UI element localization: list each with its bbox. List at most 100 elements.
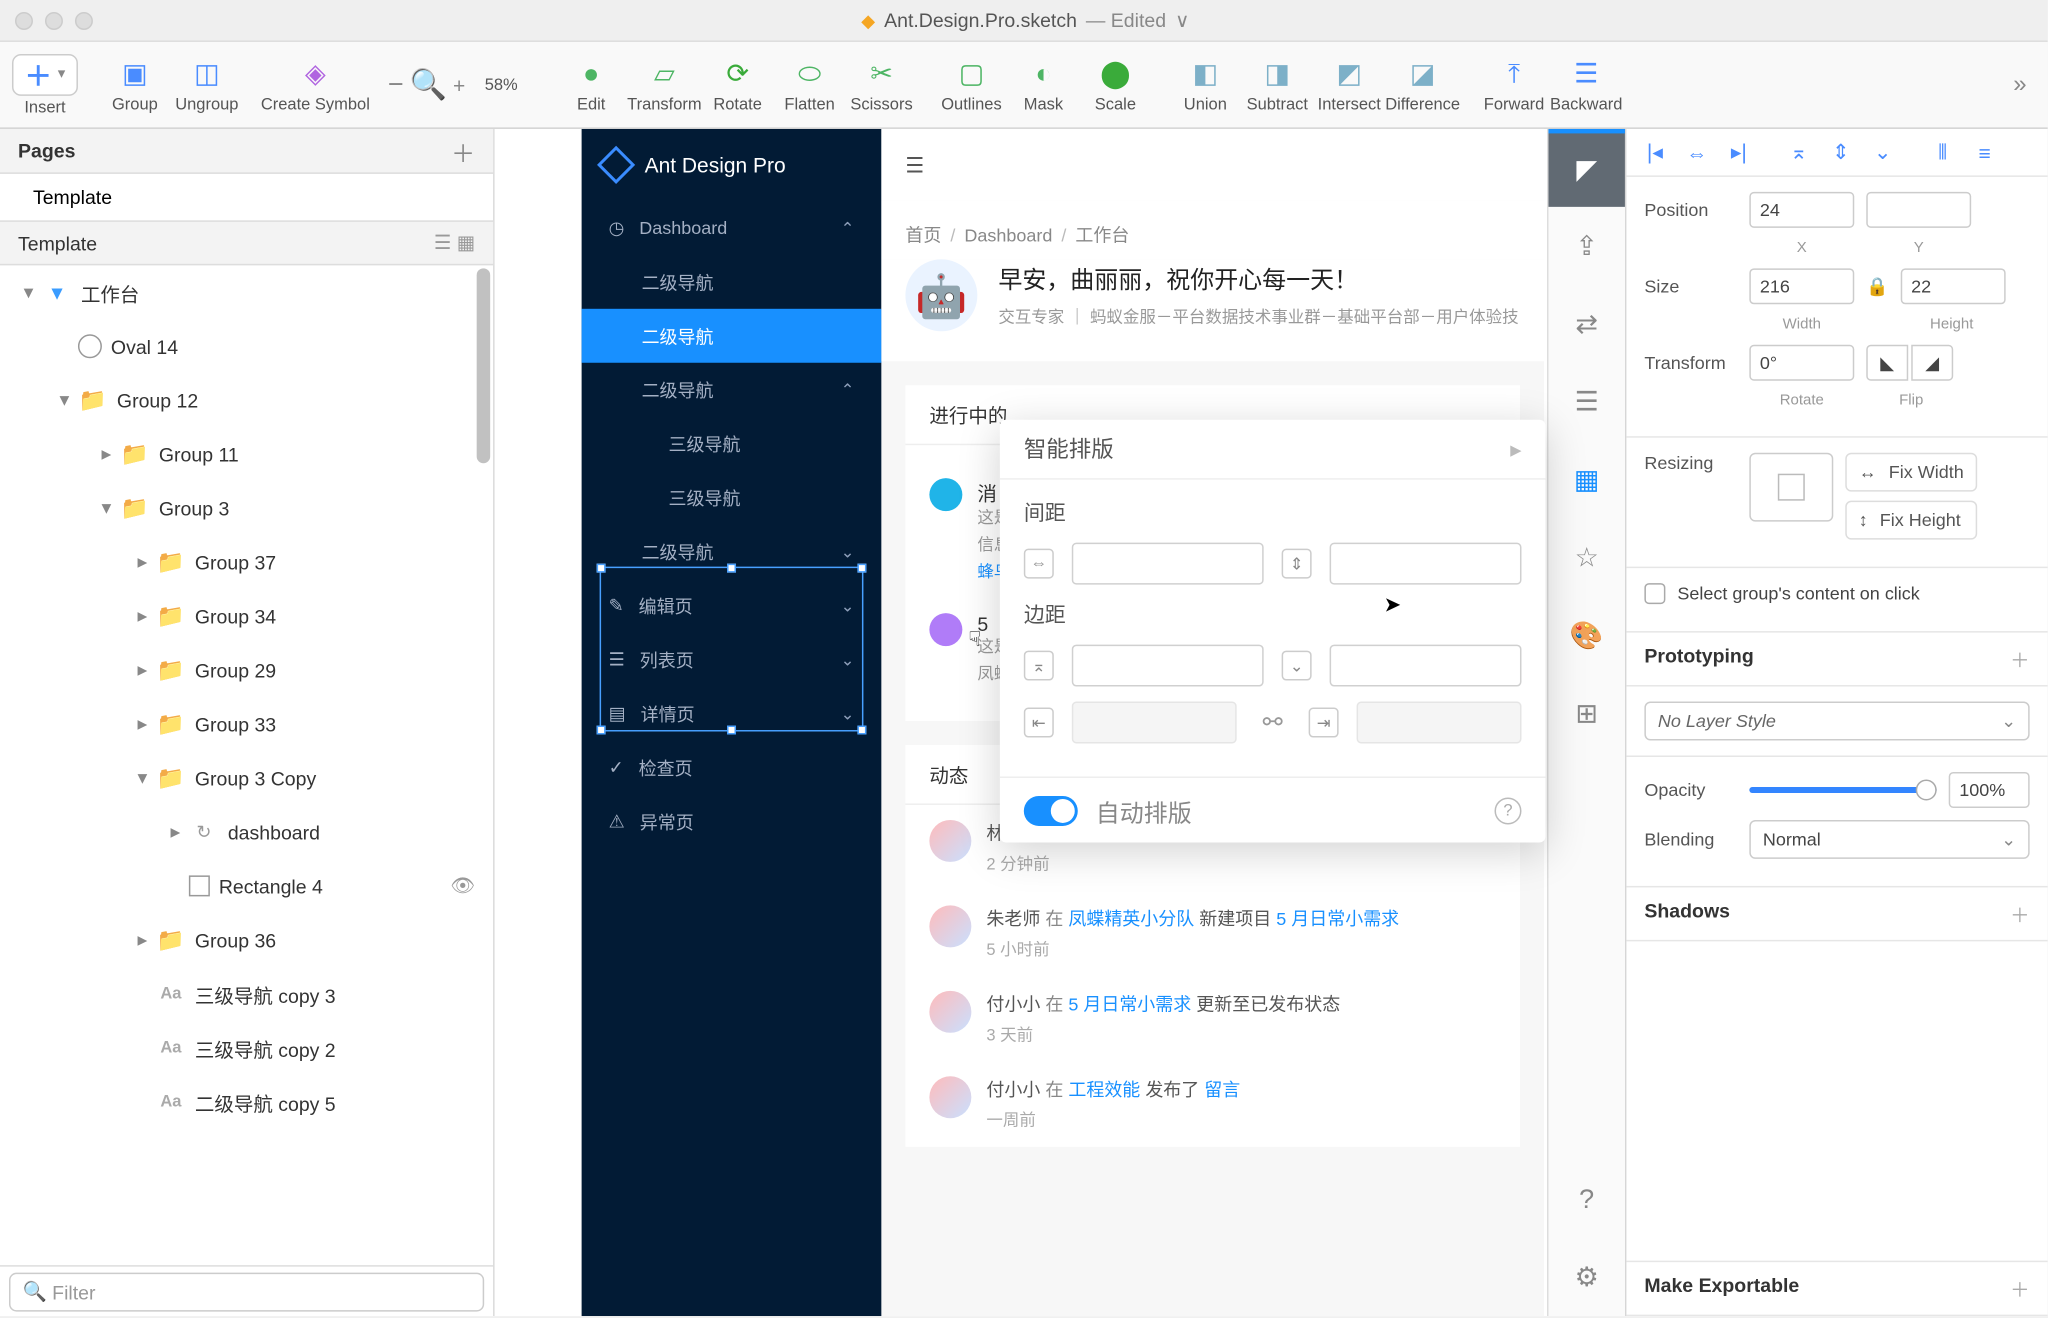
visibility-icon[interactable]: 👁 [450,874,475,898]
plugin-settings-icon[interactable]: ⚙ [1548,1238,1624,1316]
mask-button[interactable]: ◐Mask [1007,56,1079,113]
chevron-icon[interactable]: ▸ [129,658,156,682]
layer-row[interactable]: ▸📁Group 33 [0,697,493,751]
nav-error-page[interactable]: ⚠异常页 [582,794,882,848]
margin-right-input[interactable] [1357,702,1522,744]
add-shadow-button[interactable]: ＋ [2010,899,2030,927]
link-margins-icon[interactable]: ⚯ [1255,708,1291,738]
traffic-close-icon[interactable] [15,11,33,29]
nav-l3-item[interactable]: 三级导航 [582,417,882,471]
rotate-input[interactable]: 0° [1749,345,1854,381]
add-page-button[interactable]: ＋ [451,133,475,169]
spacing-h-input[interactable] [1072,543,1264,585]
align-right-icon[interactable]: ▸| [1719,134,1758,170]
nav-dashboard[interactable]: ◷Dashboard⌃ [582,201,882,255]
chevron-right-icon[interactable]: ▸ [1510,435,1521,462]
transform-button[interactable]: ▱Transform [627,56,702,113]
layer-row[interactable]: Aa二级导航 copy 5 [0,1075,493,1129]
select-group-checkbox[interactable] [1644,583,1665,604]
plugin-tab-layout-icon[interactable]: ▦ [1548,441,1624,519]
help-icon[interactable]: ? [1495,797,1522,824]
chevron-icon[interactable]: ▸ [93,442,120,466]
align-center-h-icon[interactable]: ⇔ [1677,134,1716,170]
fix-height-button[interactable]: ↕Fix Height [1845,501,1977,540]
traffic-max-icon[interactable] [75,11,93,29]
plugin-help-icon[interactable]: ? [1548,1160,1624,1238]
zoom-control[interactable]: − 🔍 + [388,66,465,103]
opacity-slider[interactable] [1749,787,1936,793]
toolbar-overflow-icon[interactable]: » [2013,71,2038,98]
layer-row[interactable]: ▸📁Group 34 [0,589,493,643]
forward-button[interactable]: ⤒Forward [1478,56,1550,113]
margin-top-input[interactable] [1072,645,1264,687]
traffic-min-icon[interactable] [45,11,63,29]
ungroup-button[interactable]: ◫Ungroup [171,56,243,113]
title-chevron-icon[interactable]: ∨ [1175,8,1189,32]
hamburger-icon[interactable]: ☰ [905,152,924,177]
align-top-icon[interactable]: ⌅ [1779,134,1818,170]
layer-style-select[interactable]: No Layer Style⌄ [1644,702,2029,741]
chevron-icon[interactable]: ▸ [129,604,156,628]
canvas[interactable]: Ant Design Pro ◷Dashboard⌃ 二级导航 二级导航 二级导… [495,129,1547,1316]
layer-row[interactable]: ▸📁Group 11 [0,427,493,481]
align-left-icon[interactable]: |◂ [1635,134,1674,170]
position-x-input[interactable]: 24 [1749,192,1854,228]
nav-check-page[interactable]: ✓检查页 [582,741,882,795]
plugin-tab-grid-icon[interactable]: ⊞ [1548,675,1624,753]
flatten-button[interactable]: ⬭Flatten [774,56,846,113]
align-bottom-icon[interactable]: ⌄ [1863,134,1902,170]
plugin-tab-select-icon[interactable]: ◤ [1548,129,1624,207]
position-y-input[interactable] [1866,192,1971,228]
nav-l3-item[interactable]: 三级导航 [582,471,882,525]
nav-l2-item[interactable]: 二级导航 [582,255,882,309]
flip-h-icon[interactable]: ◣ [1866,345,1908,381]
filter-input[interactable]: 🔍 Filter [9,1273,484,1312]
chevron-icon[interactable]: ▸ [129,928,156,952]
layer-row[interactable]: ▾📁Group 3 [0,481,493,535]
spacing-v-input[interactable] [1330,543,1522,585]
align-middle-icon[interactable]: ⇕ [1821,134,1860,170]
plugin-tab-export-icon[interactable]: ⇪ [1548,207,1624,285]
blending-select[interactable]: Normal⌄ [1749,820,2029,859]
edit-button[interactable]: ●Edit [555,56,627,113]
chevron-icon[interactable]: ▾ [129,766,156,790]
zoom-in-button[interactable]: + [453,73,465,97]
zoom-out-button[interactable]: − [388,69,404,100]
layer-row[interactable]: ▾📁Group 3 Copy [0,751,493,805]
resizing-control[interactable] [1749,453,1833,522]
layer-row[interactable]: ▾📁Group 12 [0,373,493,427]
distribute-v-icon[interactable]: ≡ [1965,134,2004,170]
margin-bottom-input[interactable] [1330,645,1522,687]
scissors-button[interactable]: ✂Scissors [846,56,918,113]
plugin-tab-star-icon[interactable]: ☆ [1548,519,1624,597]
layer-row[interactable]: Oval 14 [0,319,493,373]
height-input[interactable]: 22 [1901,268,2006,304]
page-item[interactable]: Template [0,177,493,217]
layer-list[interactable]: ▾▾工作台Oval 14▾📁Group 12▸📁Group 11▾📁Group … [0,265,493,1265]
layer-row[interactable]: ▸📁Group 29 [0,643,493,697]
layer-row[interactable]: ▸📁Group 36 [0,913,493,967]
nav-l2-item[interactable]: 二级导航⌃ [582,363,882,417]
layer-row[interactable]: Rectangle 4👁 [0,859,493,913]
layer-row[interactable]: Aa三级导航 copy 3 [0,967,493,1021]
rotate-button[interactable]: ⟳Rotate [702,56,774,113]
intersect-button[interactable]: ◩Intersect [1313,56,1385,113]
distribute-h-icon[interactable]: ⫴ [1923,134,1962,170]
layer-row[interactable]: Aa三级导航 copy 2 [0,1021,493,1075]
opacity-input[interactable]: 100% [1949,772,2030,808]
outlines-button[interactable]: ▢Outlines [936,56,1008,113]
chevron-icon[interactable]: ▸ [129,550,156,574]
chevron-icon[interactable]: ▾ [15,280,42,304]
grid-view-icon[interactable]: ▦ [457,231,475,253]
width-input[interactable]: 216 [1749,268,1854,304]
union-button[interactable]: ◧Union [1169,56,1241,113]
nav-l2-active[interactable]: 二级导航 [582,309,882,363]
chevron-icon[interactable]: ▾ [51,388,78,412]
flip-v-icon[interactable]: ◢ [1911,345,1953,381]
layer-row[interactable]: ▸↻dashboard [0,805,493,859]
backward-button[interactable]: ☰Backward [1550,56,1622,113]
add-prototyping-button[interactable]: ＋ [2010,645,2030,673]
auto-layout-toggle[interactable] [1024,795,1078,825]
layer-row[interactable]: ▸📁Group 37 [0,535,493,589]
scale-button[interactable]: ⬤Scale [1079,56,1151,113]
